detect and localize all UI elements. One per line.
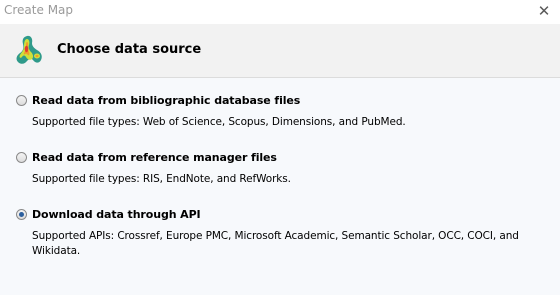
option-bibliographic-files[interactable]: Read data from bibliographic database fi…	[16, 91, 546, 130]
radio-bibliographic-files[interactable]	[16, 94, 27, 106]
option-description: Supported APIs: Crossref, Europe PMC, Mi…	[32, 230, 519, 257]
option-description: Supported file types: Web of Science, Sc…	[32, 116, 406, 128]
radio-download-api[interactable]	[16, 208, 27, 220]
option-row[interactable]: Read data from reference manager files	[16, 148, 546, 166]
option-download-api[interactable]: Download data through API Supported APIs…	[16, 205, 546, 259]
option-row[interactable]: Download data through API	[16, 205, 546, 223]
close-button[interactable]: ✕	[534, 1, 554, 21]
options-panel: Read data from bibliographic database fi…	[0, 78, 560, 295]
window-title: Create Map	[4, 3, 74, 17]
vosviewer-density-map-icon	[16, 35, 42, 64]
option-description: Supported file types: RIS, EndNote, and …	[32, 173, 291, 185]
dialog-header: Choose data source	[0, 24, 560, 77]
option-row[interactable]: Read data from bibliographic database fi…	[16, 91, 546, 109]
page-title: Choose data source	[57, 42, 202, 57]
option-label[interactable]: Read data from bibliographic database fi…	[32, 94, 300, 107]
radio-reference-manager-files[interactable]	[16, 151, 27, 163]
title-bar: Create Map ✕	[0, 0, 560, 24]
create-map-dialog: Create Map ✕ Choose data source Read dat…	[0, 0, 560, 295]
option-reference-manager-files[interactable]: Read data from reference manager files S…	[16, 148, 546, 187]
option-label[interactable]: Download data through API	[32, 208, 201, 221]
option-label[interactable]: Read data from reference manager files	[32, 151, 277, 164]
